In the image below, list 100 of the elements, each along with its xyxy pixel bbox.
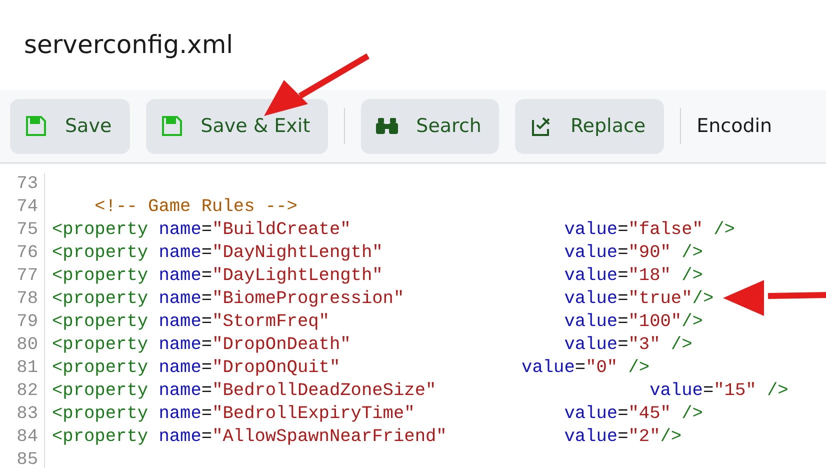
line-number: 80	[0, 334, 45, 357]
code-token: "DropOnDeath"	[212, 334, 351, 357]
line-number: 81	[0, 357, 45, 380]
code-token: <property	[52, 334, 148, 357]
code-token: name	[158, 403, 202, 426]
code-token: "BedrollExpiryTime"	[212, 403, 415, 426]
encoding-label: Encodin	[696, 115, 772, 137]
code-token: "DayNightLength"	[212, 242, 383, 265]
code-token: <property	[52, 357, 148, 380]
code-token: <property	[52, 426, 148, 449]
code-token: =	[574, 357, 586, 380]
search-button[interactable]: Search	[361, 98, 500, 154]
code-token: name	[158, 242, 202, 265]
code-token: "BiomeProgression"	[212, 288, 404, 311]
code-token: "AllowSpawnNearFriend"	[212, 426, 447, 449]
code-token: name	[158, 288, 202, 311]
code-token: =	[618, 334, 628, 357]
code-token: />	[680, 265, 703, 288]
code-token: =	[618, 311, 628, 334]
code-token: <property	[52, 288, 148, 311]
code-token: <property	[52, 403, 148, 426]
code-token: =	[201, 311, 212, 334]
code-token: name	[158, 219, 202, 242]
code-token: "StormFreq"	[212, 311, 330, 334]
code-token: />	[680, 242, 703, 265]
code-token: <property	[52, 265, 148, 288]
code-token: "45"	[628, 403, 671, 426]
code-token: value	[563, 288, 618, 311]
code-token: "DayLightLength"	[212, 265, 383, 288]
code-token: =	[201, 242, 212, 265]
code-token: "3"	[628, 334, 660, 357]
code-token: =	[618, 403, 628, 426]
code-token: />	[680, 403, 703, 426]
code-token: "true"	[628, 288, 692, 311]
line-number: 83	[0, 403, 45, 426]
code-token: />	[682, 311, 703, 334]
code-token: "100"	[628, 311, 682, 334]
code-token: =	[618, 265, 628, 288]
code-token: =	[201, 265, 212, 288]
code-token: "90"	[628, 242, 671, 265]
code-token: value	[563, 265, 618, 288]
code-token: "0"	[586, 357, 618, 380]
code-token: value	[563, 311, 618, 334]
replace-button[interactable]: Replace	[515, 98, 664, 154]
line-number: 77	[0, 265, 45, 288]
code-token: value	[520, 357, 575, 380]
code-token: value	[563, 426, 618, 449]
line-number: 84	[0, 426, 45, 449]
code-token: =	[201, 357, 212, 380]
code-token: />	[712, 219, 735, 242]
code-token: name	[158, 426, 202, 449]
line-number: 76	[0, 242, 45, 265]
code-token: =	[618, 219, 628, 242]
code-token: "BedrollDeadZoneSize"	[212, 380, 436, 403]
code-token: />	[660, 426, 682, 449]
code-token: <property	[52, 242, 148, 265]
line-number: 73	[0, 173, 45, 196]
code-token: "18"	[628, 265, 671, 288]
save-button[interactable]: Save	[10, 98, 130, 154]
code-token: name	[158, 380, 202, 403]
window-title: serverconfig.xml	[24, 30, 234, 58]
save-button[interactable]: Save & Exit	[146, 98, 328, 154]
line-number: 82	[0, 380, 45, 403]
line-number: 74	[0, 196, 45, 219]
code-token: />	[627, 357, 650, 380]
line-number: 85	[0, 449, 45, 468]
code-token: =	[618, 242, 628, 265]
code-token: />	[766, 380, 788, 403]
code-token: value	[563, 219, 618, 242]
code-token: value	[563, 403, 618, 426]
code-token: name	[158, 334, 202, 357]
code-token: "15"	[714, 380, 756, 403]
code-token: "BuildCreate"	[212, 219, 351, 242]
code-token: name	[158, 265, 202, 288]
code-token: =	[201, 380, 212, 403]
code-token: =	[618, 288, 628, 311]
code-token: =	[201, 288, 212, 311]
code-token: "DropOnQuit"	[212, 357, 340, 380]
code-token: />	[692, 288, 714, 311]
code-token: value	[563, 242, 618, 265]
code-token: name	[158, 357, 202, 380]
code-token: name	[158, 311, 202, 334]
code-token: "false"	[628, 219, 703, 242]
code-token: =	[201, 403, 212, 426]
code-token: value	[563, 334, 618, 357]
code-token: />	[670, 334, 692, 357]
code-token: =	[201, 334, 212, 357]
code-token: =	[702, 380, 714, 403]
code-token: "2"	[628, 426, 660, 449]
line-number: 78	[0, 288, 45, 311]
code-token: =	[201, 219, 212, 242]
code-token: value	[648, 380, 703, 403]
code-token: =	[201, 426, 212, 449]
code-token: <property	[52, 380, 148, 403]
code-token: =	[618, 426, 628, 449]
line-number: 79	[0, 311, 45, 334]
line-number: 75	[0, 219, 45, 242]
code-token: <!-- Game Rules -->	[94, 196, 298, 219]
code-token: <property	[52, 311, 148, 334]
code-token: <property	[52, 219, 148, 242]
